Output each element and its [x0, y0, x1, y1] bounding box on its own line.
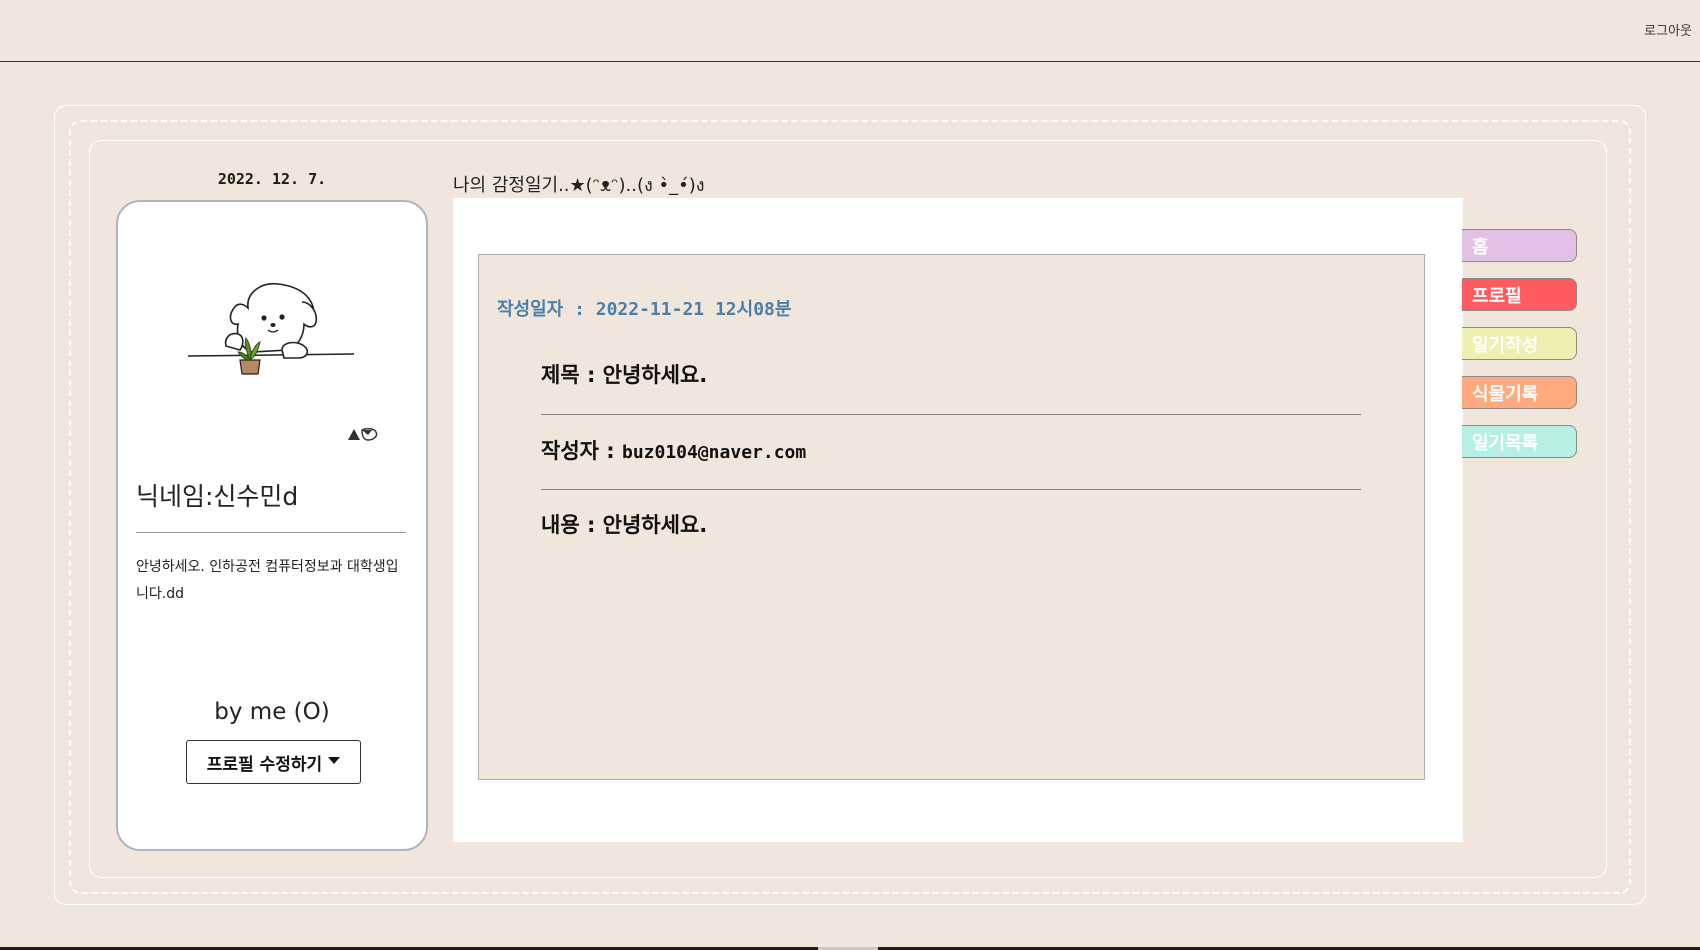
written-date: 작성일자 : 2022-11-21 12시08분: [497, 299, 792, 320]
title-label: 제목 :: [541, 363, 603, 387]
content-value: 안녕하세요.: [602, 513, 708, 537]
entry-title-row: 제목 : 안녕하세요.: [541, 359, 707, 389]
tab-plant-record[interactable]: 식물기록: [1462, 376, 1577, 409]
divider: [136, 532, 406, 533]
divider: [541, 414, 1361, 415]
caret-down-icon: [328, 756, 341, 764]
entry-author-row: 작성자 : buz0104@naver.com: [541, 435, 806, 465]
nickname: 닉네임:신수민d: [136, 482, 299, 511]
diary-title: 나의 감정일기..★(ᵔᴥᵔ)..(ง •̀_•́)ง: [453, 175, 705, 196]
top-bar: 로그아웃: [0, 0, 1700, 62]
decoration-icons: [348, 427, 378, 441]
tab-write-diary[interactable]: 일기작성: [1462, 327, 1577, 360]
current-date: 2022. 12. 7.: [217, 170, 327, 188]
entry-content-row: 내용 : 안녕하세요.: [541, 509, 707, 539]
profile-card: 닉네임:신수민d 안녕하세오. 인하공전 컴퓨터정보과 대학생입니다.dd by…: [116, 200, 428, 851]
diary-entry: 작성일자 : 2022-11-21 12시08분 제목 : 안녕하세요. 작성자…: [478, 254, 1425, 780]
content-label: 내용 :: [541, 513, 603, 537]
tab-profile[interactable]: 프로필: [1462, 278, 1577, 311]
divider: [541, 489, 1361, 490]
author-label: 작성자 :: [541, 439, 622, 463]
dog-plant-illustration: [187, 283, 355, 375]
edit-profile-button[interactable]: 프로필 수정하기: [186, 740, 361, 784]
author-value: buz0104@naver.com: [621, 442, 807, 463]
tab-diary-list[interactable]: 일기목록: [1462, 425, 1577, 458]
title-value: 안녕하세요.: [602, 363, 708, 387]
main-panel: 작성일자 : 2022-11-21 12시08분 제목 : 안녕하세요. 작성자…: [453, 198, 1463, 842]
edit-profile-label: 프로필 수정하기: [206, 754, 323, 775]
logout-link[interactable]: 로그아웃: [1644, 20, 1692, 39]
by-me-text: by me (O): [214, 699, 330, 725]
bio-text: 안녕하세오. 인하공전 컴퓨터정보과 대학생입니다.dd: [136, 559, 399, 602]
tab-home[interactable]: 홈: [1462, 229, 1577, 262]
